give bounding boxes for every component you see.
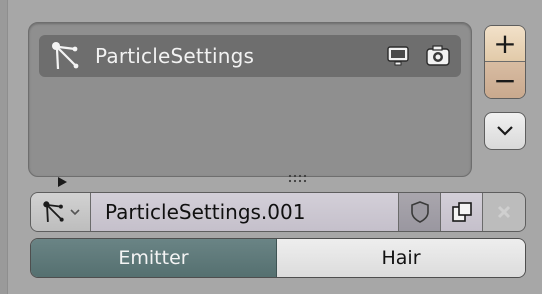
emitter-option[interactable]: Emitter bbox=[31, 239, 277, 277]
datablock-name-field[interactable]: ParticleSettings.001 bbox=[91, 193, 399, 231]
browse-button[interactable] bbox=[31, 193, 91, 231]
chevron-down-icon bbox=[69, 209, 80, 216]
unlink-button[interactable] bbox=[483, 193, 525, 231]
camera-icon[interactable] bbox=[425, 43, 451, 69]
monitor-icon[interactable] bbox=[385, 43, 411, 69]
particle-system-list[interactable]: ParticleSettings bbox=[28, 22, 472, 187]
list-item-label: ParticleSettings bbox=[95, 44, 255, 68]
particles-icon bbox=[42, 201, 64, 222]
list-item[interactable]: ParticleSettings bbox=[39, 35, 461, 77]
hair-option[interactable]: Hair bbox=[277, 239, 525, 277]
grip-dots-icon[interactable] bbox=[285, 170, 311, 188]
new-copy-button[interactable] bbox=[441, 193, 483, 231]
x-icon bbox=[497, 205, 511, 219]
particle-settings-selector: ParticleSettings.001 bbox=[30, 192, 526, 232]
datablock-name: ParticleSettings.001 bbox=[105, 200, 306, 224]
triangle-right-icon[interactable] bbox=[55, 175, 69, 189]
add-remove-group: + − bbox=[484, 25, 526, 99]
fake-user-button[interactable] bbox=[399, 193, 441, 231]
add-button[interactable]: + bbox=[485, 26, 525, 62]
editor-edge bbox=[0, 0, 8, 294]
duplicate-icon bbox=[451, 202, 472, 222]
shield-icon bbox=[410, 201, 429, 223]
specials-menu-button[interactable] bbox=[484, 112, 526, 150]
particle-type-toggle: Emitter Hair bbox=[30, 238, 526, 278]
chevron-down-icon bbox=[497, 126, 513, 136]
particles-icon bbox=[52, 42, 79, 70]
remove-button[interactable]: − bbox=[485, 62, 525, 98]
